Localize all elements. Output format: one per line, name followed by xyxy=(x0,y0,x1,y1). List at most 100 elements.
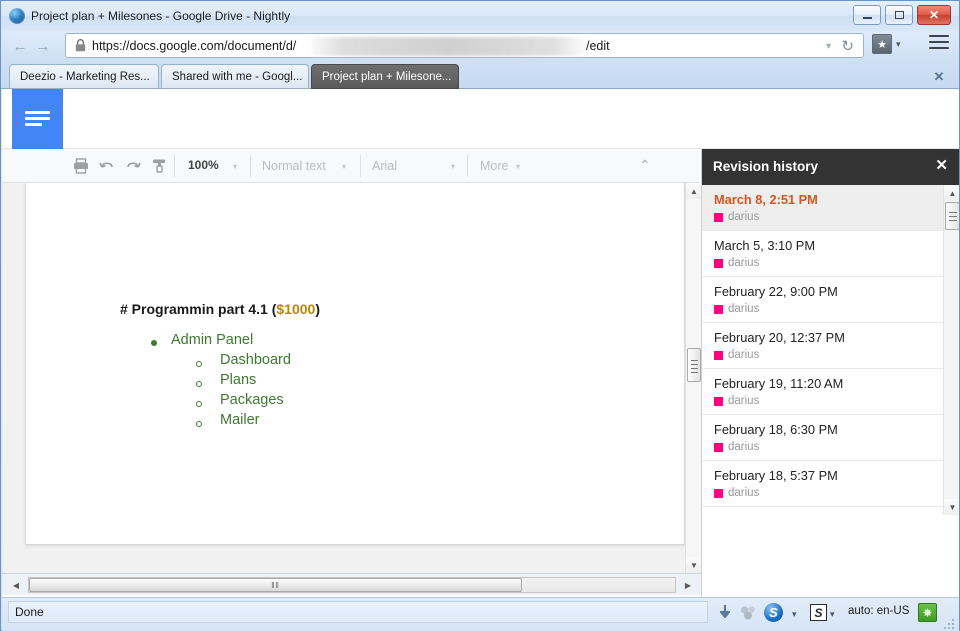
revision-item[interactable]: February 18, 1:52 PM darius xyxy=(702,507,943,515)
heading-close-paren: ) xyxy=(315,301,320,317)
minimize-icon xyxy=(854,6,880,24)
bullet-level2-icon xyxy=(196,381,202,387)
bullet-level1-icon xyxy=(151,340,157,346)
docs-header: Project plan + Milesones ☆ File Edit Vie… xyxy=(2,89,959,149)
author-color-swatch xyxy=(714,489,723,498)
paint-format-icon[interactable] xyxy=(150,157,168,175)
skype-caret-icon[interactable]: ▾ xyxy=(792,609,797,620)
revision-list-scrollbar[interactable]: ▲ ▼ xyxy=(943,185,959,515)
browser-status-bar: Done S ▾ S ▾ auto: en-US ✸ xyxy=(2,597,959,631)
browser-tab-2-active[interactable]: Project plan + Milesone... xyxy=(311,64,459,89)
revision-author: darius xyxy=(728,211,759,224)
document-canvas[interactable]: # Programmin part 4.1 ($1000) Admin Pane… xyxy=(2,183,685,573)
heading-text-part: # Programmin part 4.1 ( xyxy=(120,301,276,317)
revision-list[interactable]: March 8, 2:51 PM darius March 5, 3:10 PM… xyxy=(702,185,943,515)
revision-item[interactable]: February 18, 6:30 PM darius xyxy=(702,415,943,461)
google-docs-logo-icon[interactable] xyxy=(12,89,63,149)
revision-item[interactable]: February 18, 5:37 PM darius xyxy=(702,461,943,507)
document-scroll-thumb[interactable] xyxy=(687,348,701,382)
paragraph-style-field[interactable]: Normal text xyxy=(262,158,326,174)
status-message-area: Done xyxy=(8,601,708,623)
revision-author: darius xyxy=(728,395,759,408)
back-arrow-icon[interactable]: ← xyxy=(11,37,29,55)
revision-panel-close-icon[interactable]: ✕ xyxy=(935,158,948,174)
scroll-down-arrow-icon[interactable]: ▼ xyxy=(686,557,702,573)
document-horizontal-scrollbar[interactable]: ◀ ‖‖ ▶ xyxy=(2,573,701,595)
browser-tab-1[interactable]: Shared with me - Googl... xyxy=(161,64,309,89)
revision-scroll-up-icon[interactable]: ▲ xyxy=(944,185,959,201)
revision-date: February 18, 5:37 PM xyxy=(714,468,943,484)
revision-scroll-thumb[interactable] xyxy=(945,202,959,230)
window-titlebar: Project plan + Milesones - Google Drive … xyxy=(1,1,959,31)
undo-icon[interactable] xyxy=(98,157,116,175)
revision-item[interactable]: February 19, 11:20 AM darius xyxy=(702,369,943,415)
list-item-dashboard: Dashboard xyxy=(220,352,291,368)
browser-tab-0[interactable]: Deezio - Marketing Res... xyxy=(9,64,159,89)
revision-date: February 18, 6:30 PM xyxy=(714,422,943,438)
tabstrip-close-icon[interactable]: ✕ xyxy=(931,69,947,85)
url-bar[interactable]: https://docs.google.com/document/d/ /edi… xyxy=(65,33,864,58)
list-item-admin-panel: Admin Panel xyxy=(171,332,253,348)
list-item-packages: Packages xyxy=(220,392,284,408)
revision-author: darius xyxy=(728,441,759,454)
document-vertical-scrollbar[interactable]: ▲ ▼ xyxy=(685,183,701,573)
revision-item[interactable]: March 8, 2:51 PM darius xyxy=(702,185,943,231)
revision-author: darius xyxy=(728,349,759,362)
docs-toolbar: 100% ▾ Normal text ▾ Arial ▾ More ▾ ⌃ xyxy=(2,149,699,183)
status-message: Done xyxy=(15,605,44,619)
bullet-level2-icon xyxy=(196,401,202,407)
revision-date: February 18, 1:52 PM xyxy=(714,514,943,515)
lock-icon xyxy=(75,39,86,52)
addon-blob-icon[interactable] xyxy=(740,605,757,620)
font-caret-icon[interactable]: ▾ xyxy=(451,162,455,171)
close-window-button[interactable]: ✕ xyxy=(917,5,951,25)
more-tools-field[interactable]: More xyxy=(480,158,508,174)
downloads-icon[interactable] xyxy=(718,605,732,621)
revision-date: March 5, 3:10 PM xyxy=(714,238,943,254)
style-caret-icon[interactable]: ▾ xyxy=(342,162,346,171)
hscroll-track[interactable]: ‖‖ xyxy=(28,577,676,593)
more-caret-icon[interactable]: ▾ xyxy=(516,162,520,171)
author-color-swatch xyxy=(714,443,723,452)
heading-amount: $1000 xyxy=(276,301,315,317)
font-family-field[interactable]: Arial xyxy=(372,158,397,174)
spellcheck-icon[interactable]: S xyxy=(810,604,827,621)
green-addon-icon[interactable]: ✸ xyxy=(918,603,937,622)
reload-icon[interactable]: ↻ xyxy=(841,37,854,55)
zoom-caret-icon[interactable]: ▾ xyxy=(233,162,237,171)
hscroll-thumb[interactable]: ‖‖ xyxy=(29,578,522,592)
resize-grip[interactable] xyxy=(944,617,956,629)
document-heading: # Programmin part 4.1 ($1000) xyxy=(120,301,320,317)
collapse-toolbar-icon[interactable]: ⌃ xyxy=(639,157,651,174)
revision-item[interactable]: February 22, 9:00 PM darius xyxy=(702,277,943,323)
zoom-level[interactable]: 100% xyxy=(188,158,219,172)
scroll-left-arrow-icon[interactable]: ◀ xyxy=(8,577,24,593)
browser-tab-strip: Deezio - Marketing Res... Shared with me… xyxy=(1,60,959,89)
revision-date: February 20, 12:37 PM xyxy=(714,330,943,346)
revision-item[interactable]: February 20, 12:37 PM darius xyxy=(702,323,943,369)
browser-menu-icon[interactable] xyxy=(929,35,949,51)
scroll-right-arrow-icon[interactable]: ▶ xyxy=(680,577,696,593)
page-viewport: Project plan + Milesones ☆ File Edit Vie… xyxy=(2,89,959,597)
redo-icon[interactable] xyxy=(124,157,142,175)
url-dropdown-icon[interactable]: ▾ xyxy=(826,41,831,52)
document-page[interactable]: # Programmin part 4.1 ($1000) Admin Pane… xyxy=(25,183,685,545)
skype-icon[interactable]: S xyxy=(764,603,783,622)
maximize-button[interactable] xyxy=(885,5,913,25)
revision-history-header: Revision history ✕ xyxy=(702,149,959,185)
forward-arrow-icon[interactable]: → xyxy=(34,37,52,55)
revision-item[interactable]: March 5, 3:10 PM darius xyxy=(702,231,943,277)
language-indicator[interactable]: auto: en-US xyxy=(848,605,909,617)
url-redacted-region xyxy=(311,37,586,56)
revision-date: February 19, 11:20 AM xyxy=(714,376,943,392)
print-icon[interactable] xyxy=(72,157,90,175)
revision-author: darius xyxy=(728,487,759,500)
revision-scroll-down-icon[interactable]: ▼ xyxy=(944,499,959,515)
spellcheck-caret-icon[interactable]: ▾ xyxy=(830,609,835,620)
bookmark-caret-icon[interactable]: ▾ xyxy=(896,39,901,50)
scroll-up-arrow-icon[interactable]: ▲ xyxy=(686,183,702,199)
bookmark-star-button[interactable]: ★ xyxy=(872,34,892,54)
minimize-button[interactable] xyxy=(853,5,881,25)
author-color-swatch xyxy=(714,305,723,314)
author-color-swatch xyxy=(714,259,723,268)
